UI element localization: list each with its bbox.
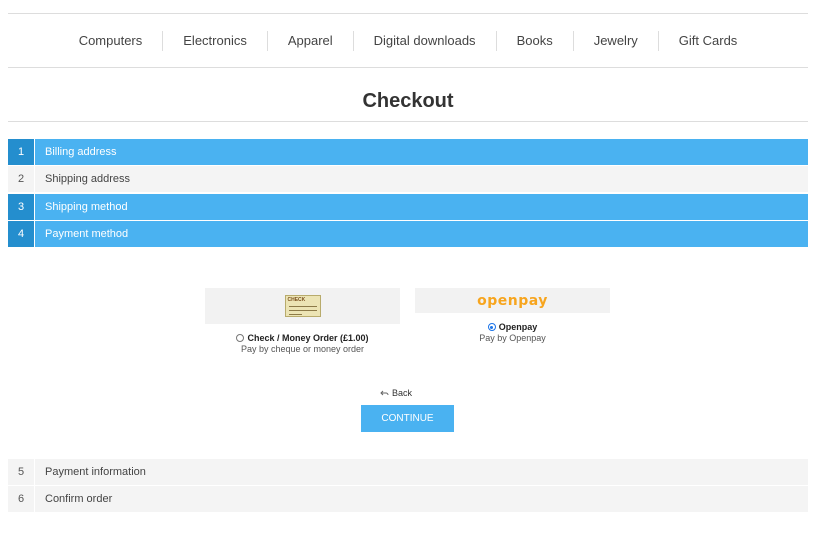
openpay-logo-box: openpay [415, 288, 610, 313]
check-radio[interactable] [236, 334, 245, 342]
menu-item-gift-cards[interactable]: Gift Cards [657, 30, 758, 51]
payment-method-name: Openpay [415, 322, 610, 332]
step-label: Confirm order [45, 493, 113, 505]
step-number: 2 [8, 166, 35, 192]
menu-item-computers[interactable]: Computers [59, 31, 163, 51]
menu-item-books[interactable]: Books [495, 30, 573, 51]
payment-method-openpay[interactable]: openpay Openpay Pay by Openpay [415, 288, 610, 343]
payment-method-description: Pay by Openpay [479, 333, 546, 343]
back-arrow-icon [380, 390, 389, 395]
step-confirm-order[interactable]: 6 Confirm order [8, 486, 808, 512]
menu-item-digital-downloads[interactable]: Digital downloads [352, 30, 496, 51]
openpay-logo: openpay [477, 292, 548, 309]
openpay-radio[interactable] [487, 323, 496, 331]
step-label: Shipping method [45, 201, 128, 213]
step-number: 4 [8, 221, 35, 247]
payment-method-check[interactable]: CHECK Check / Money Order (£1.00) Pay by… [205, 288, 400, 354]
step-label: Payment information [45, 466, 146, 478]
step-shipping-address[interactable]: 2 Shipping address [8, 166, 808, 192]
menu-item-jewelry[interactable]: Jewelry [572, 30, 658, 51]
menu-item-apparel[interactable]: Apparel [266, 30, 353, 51]
check-logo-icon: CHECK [284, 295, 321, 317]
step-label: Shipping address [45, 173, 131, 185]
step-number: 5 [8, 459, 35, 485]
step-label: Billing address [45, 146, 117, 158]
step-payment-information[interactable]: 5 Payment information [8, 459, 808, 485]
back-link[interactable]: Back [380, 388, 412, 398]
back-label: Back [392, 388, 413, 398]
step-number: 6 [8, 486, 35, 512]
step-label: Payment method [45, 228, 129, 240]
step-payment-method[interactable]: 4 Payment method [8, 221, 808, 247]
check-logo-box: CHECK [205, 288, 400, 324]
menu-item-electronics[interactable]: Electronics [162, 30, 267, 51]
continue-button[interactable]: CONTINUE [361, 405, 454, 432]
step-number: 1 [8, 139, 35, 165]
payment-method-description: Pay by cheque or money order [240, 344, 365, 354]
payment-method-name: Check / Money Order (£1.00) [205, 333, 400, 343]
step-number: 3 [8, 194, 35, 220]
step-shipping-method[interactable]: 3 Shipping method [8, 194, 808, 220]
step-billing-address[interactable]: 1 Billing address [8, 139, 808, 165]
top-menu: Computers Electronics Apparel Digital do… [8, 14, 808, 68]
page-title: Checkout [8, 90, 808, 122]
